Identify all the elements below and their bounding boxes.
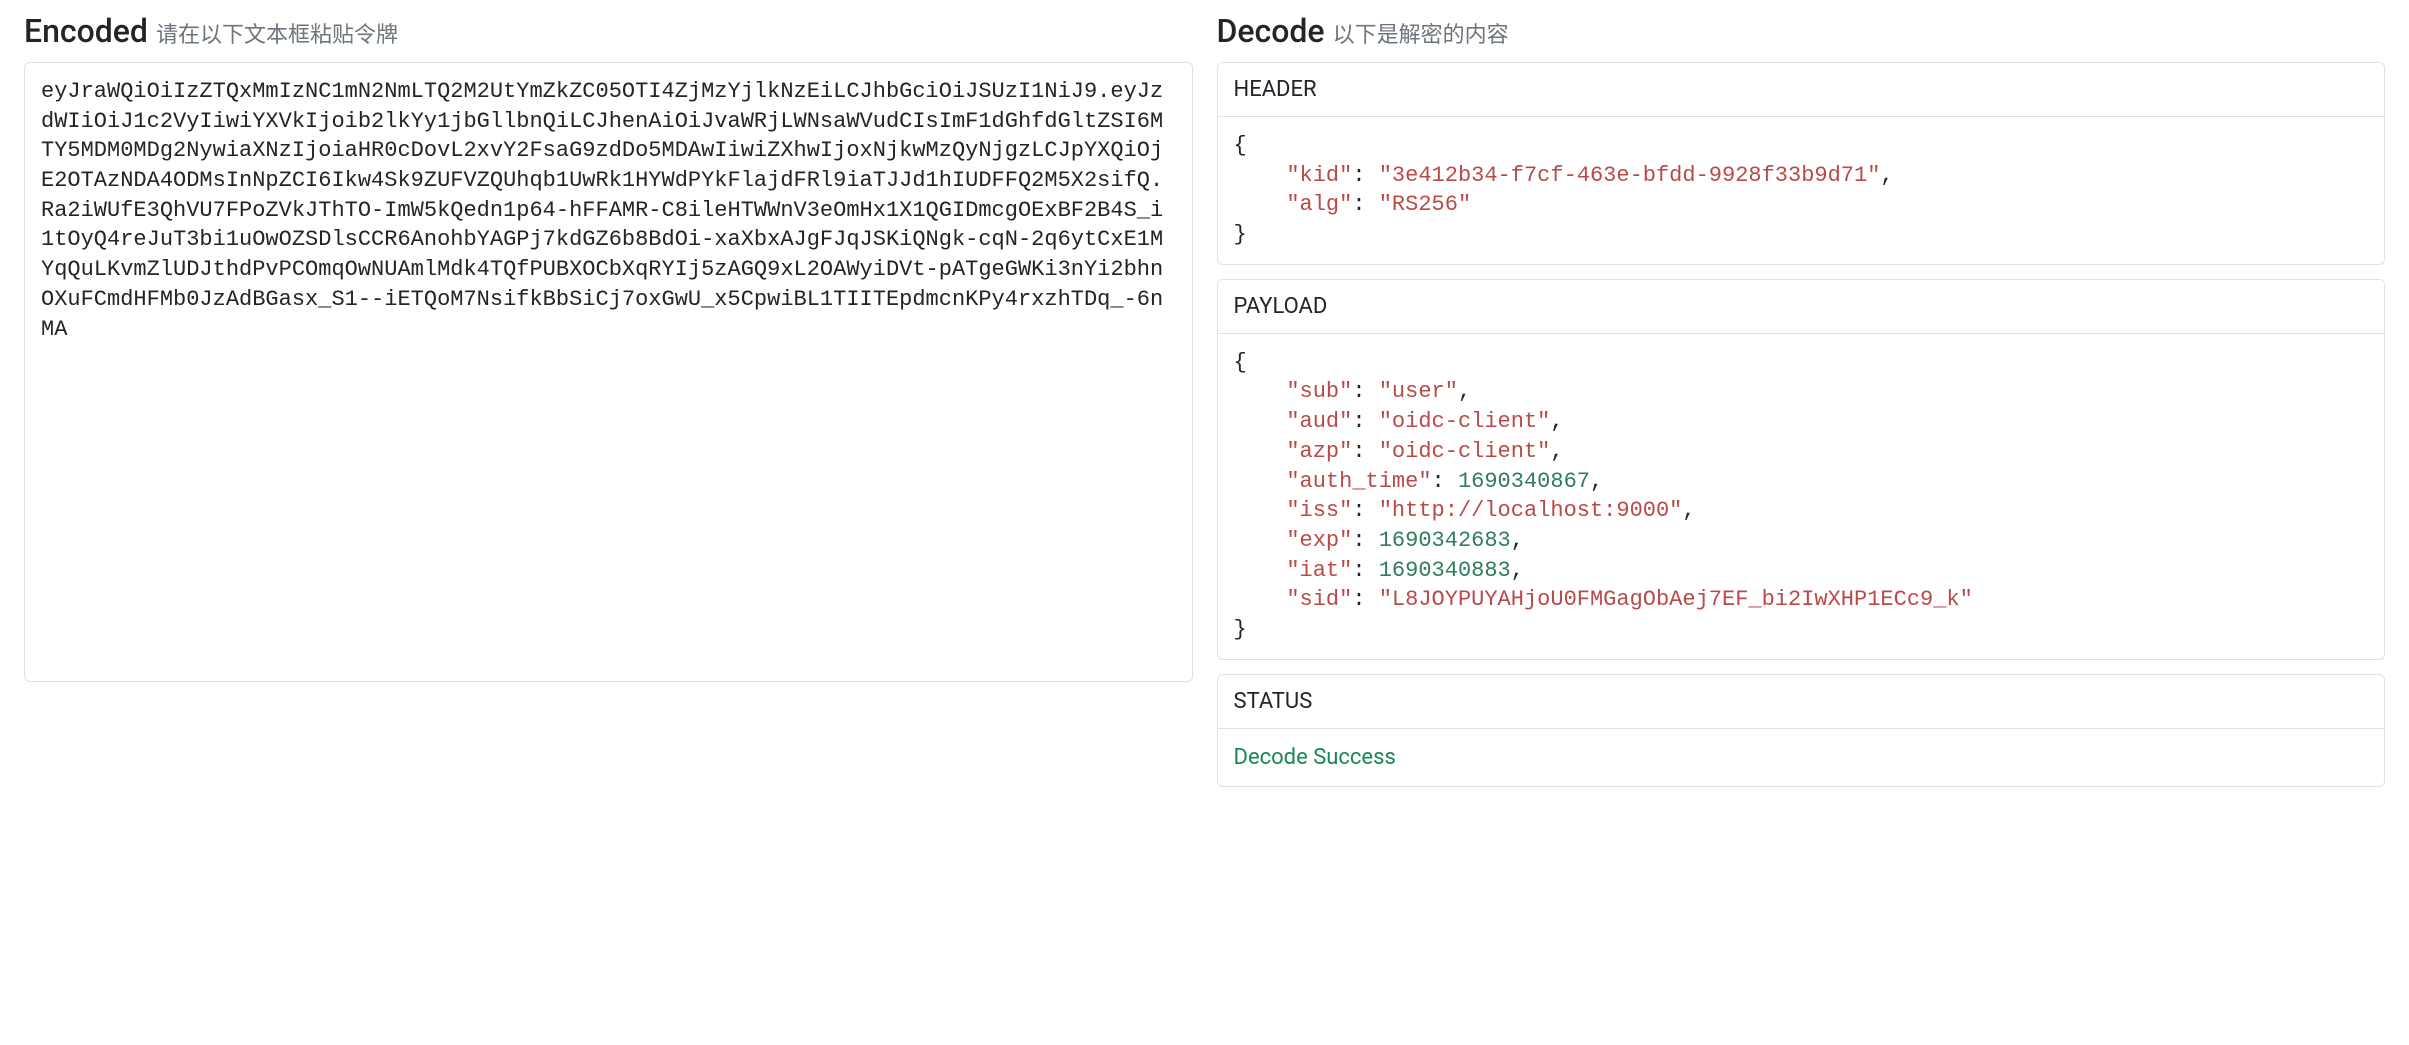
header-panel: HEADER { "kid": "3e412b34-f7cf-463e-bfdd… [1217,62,2386,265]
status-body: Decode Success [1218,729,2385,787]
header-panel-title: HEADER [1218,63,2385,117]
decode-subtitle: 以下是解密的内容 [1333,17,1509,49]
encoded-textarea[interactable] [24,62,1193,682]
encoded-subtitle: 请在以下文本框粘贴令牌 [156,17,398,49]
payload-json-body: { "sub": "user", "aud": "oidc-client", "… [1218,334,2385,659]
payload-panel-title: PAYLOAD [1218,280,2385,334]
header-json-body: { "kid": "3e412b34-f7cf-463e-bfdd-9928f3… [1218,117,2385,264]
status-text: Decode Success [1234,745,1396,770]
status-panel-title: STATUS [1218,675,2385,729]
encoded-title: Encoded [24,12,148,50]
decode-column: Decode 以下是解密的内容 HEADER { "kid": "3e412b3… [1217,12,2386,787]
encoded-heading: Encoded 请在以下文本框粘贴令牌 [24,12,1193,50]
decode-heading: Decode 以下是解密的内容 [1217,12,2386,50]
encoded-column: Encoded 请在以下文本框粘贴令牌 [24,12,1193,787]
decode-title: Decode [1217,12,1325,50]
payload-panel: PAYLOAD { "sub": "user", "aud": "oidc-cl… [1217,279,2386,660]
status-panel: STATUS Decode Success [1217,674,2386,788]
